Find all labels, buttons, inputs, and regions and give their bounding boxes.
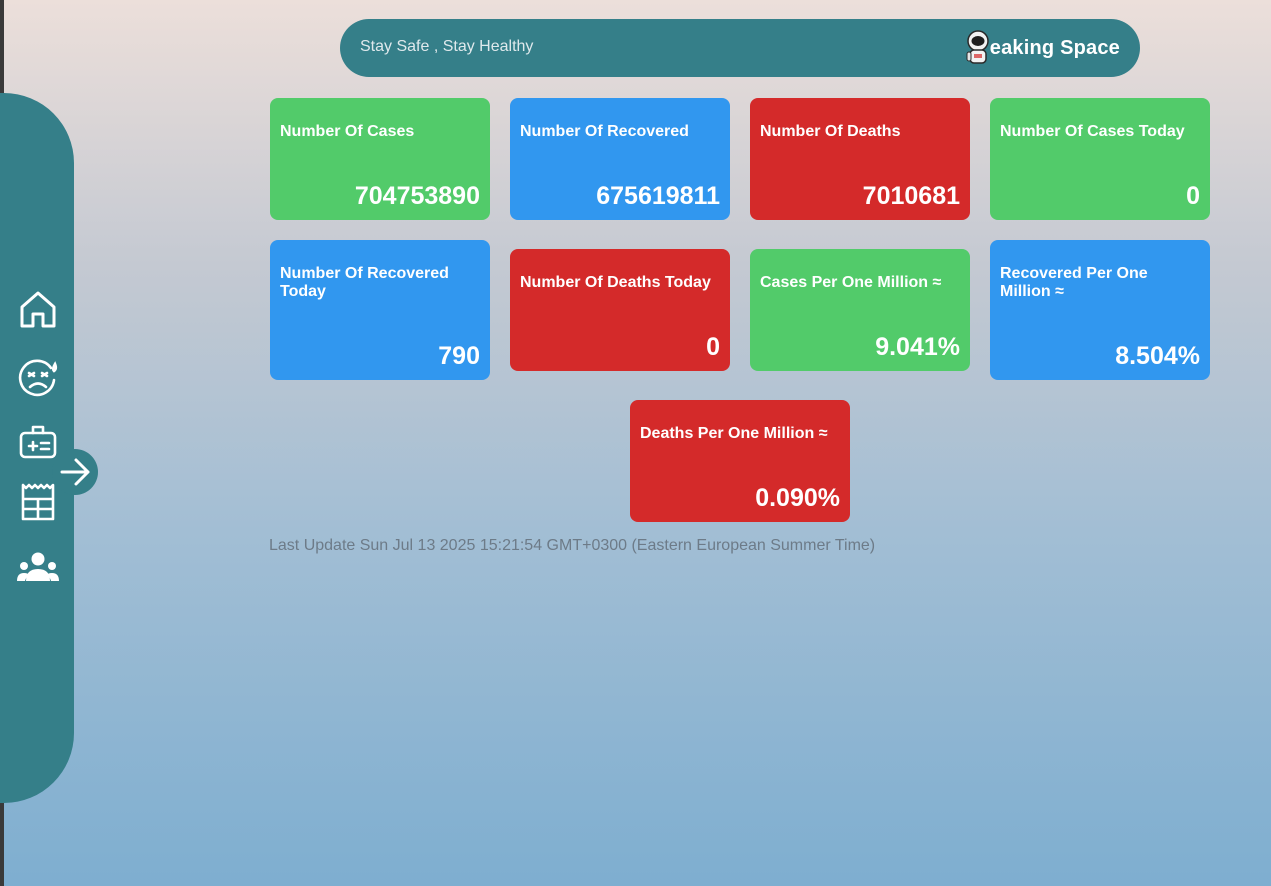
sidebar-item-about[interactable] — [14, 545, 62, 589]
stat-value: 704753890 — [354, 182, 480, 210]
stat-card-cases-today: Number Of Cases Today 0 — [990, 98, 1210, 220]
stat-label: Number Of Deaths Today — [520, 274, 711, 291]
arrow-right-icon — [60, 458, 90, 486]
stat-card-recovered-today: Number Of Recovered Today 790 — [270, 240, 490, 380]
table-icon — [21, 483, 55, 521]
stat-label: Recovered Per One Million ≈ — [1000, 265, 1148, 300]
stat-value: 8.504% — [1115, 342, 1200, 370]
sidebar-item-statistics[interactable] — [14, 480, 62, 524]
stat-value: 790 — [438, 342, 480, 370]
stat-label: Number Of Cases — [280, 123, 415, 140]
stat-value: 0 — [1186, 182, 1200, 210]
stat-label: Number Of Recovered — [520, 123, 689, 140]
stat-label: Number Of Cases Today — [1000, 123, 1185, 140]
last-update-text: Last Update Sun Jul 13 2025 15:21:54 GMT… — [269, 537, 876, 554]
medical-kit-icon — [19, 425, 57, 459]
sick-face-icon — [18, 359, 58, 397]
sidebar — [0, 93, 74, 803]
stat-value: 7010681 — [862, 182, 960, 210]
stat-card-deaths-per-million: Deaths Per One Million ≈ 0.090% — [630, 400, 850, 522]
stat-value: 0 — [706, 333, 720, 361]
brand-name: eaking Space — [989, 36, 1120, 59]
stat-value: 0.090% — [755, 484, 840, 512]
sidebar-item-symptoms[interactable] — [14, 355, 62, 399]
stat-card-cases-per-million: Cases Per One Million ≈ 9.041% — [750, 249, 970, 371]
sidebar-item-home[interactable] — [14, 287, 62, 331]
group-icon — [17, 552, 59, 581]
stat-card-deaths: Number Of Deaths 7010681 — [750, 98, 970, 220]
stat-label: Deaths Per One Million ≈ — [640, 425, 828, 442]
brand-logo[interactable]: eaking Space — [964, 29, 1120, 67]
stat-card-recovered: Number Of Recovered 675619811 — [510, 98, 730, 220]
sidebar-toggle-button[interactable] — [52, 449, 98, 495]
stat-label: Cases Per One Million ≈ — [760, 274, 942, 291]
stat-value: 9.041% — [875, 333, 960, 361]
stat-card-recovered-per-million: Recovered Per One Million ≈ 8.504% — [990, 240, 1210, 380]
stat-card-cases: Number Of Cases 704753890 — [270, 98, 490, 220]
stat-label: Number Of Recovered Today — [280, 265, 449, 300]
stat-card-deaths-today: Number Of Deaths Today 0 — [510, 249, 730, 371]
home-icon — [20, 291, 56, 328]
sidebar-item-prevention[interactable] — [14, 420, 62, 464]
top-bar: Stay Safe , Stay Healthy eaking Space — [340, 19, 1140, 77]
stat-value: 675619811 — [596, 182, 720, 210]
stat-label: Number Of Deaths — [760, 123, 901, 140]
slogan: Stay Safe , Stay Healthy — [360, 38, 534, 55]
